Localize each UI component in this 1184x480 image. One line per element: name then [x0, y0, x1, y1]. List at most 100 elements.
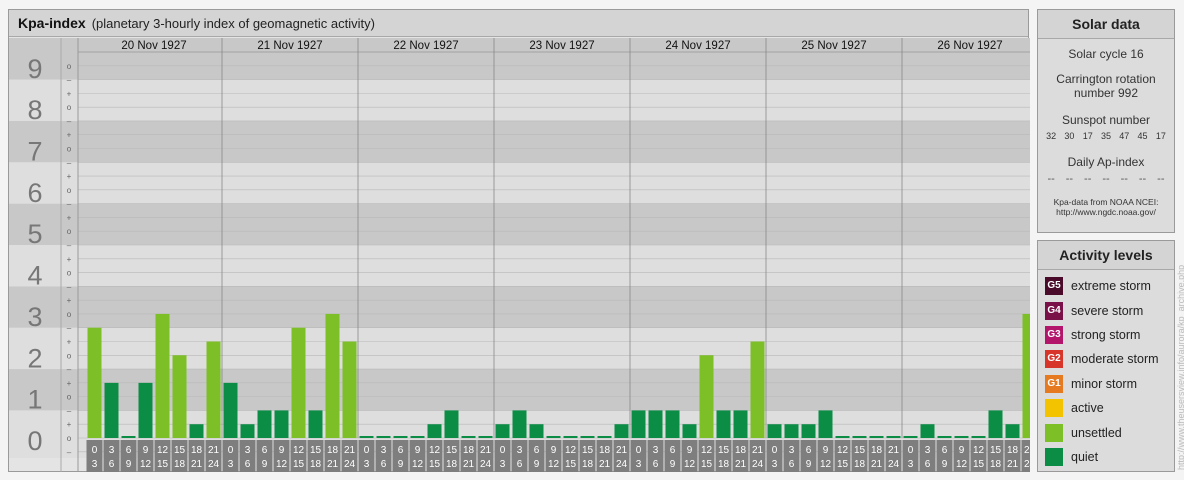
y-minor-tick: +: [67, 89, 72, 98]
kp-bar: [87, 327, 102, 438]
level-swatch: [1045, 447, 1063, 466]
y-minor-tick: o: [67, 227, 72, 236]
kp-bar: [427, 424, 442, 438]
y-minor-tick: –: [67, 76, 72, 85]
kp-bar: [206, 341, 221, 438]
kp-bar: [971, 436, 986, 438]
ap-value: --: [1047, 173, 1055, 185]
interval-end-label: 18: [990, 459, 1002, 470]
ap-value: --: [1138, 173, 1147, 185]
credit-text: http://www.theusersview.info/aurora/kp_a…: [1176, 264, 1184, 470]
kp-bar: [648, 410, 663, 438]
kp-bar: [631, 410, 646, 438]
interval-start-label: 21: [480, 445, 492, 456]
interval-end-label: 9: [126, 459, 132, 470]
interval-end-label: 21: [327, 459, 339, 470]
interval-end-label: 24: [888, 459, 900, 470]
y-minor-tick: –: [67, 365, 72, 374]
interval-end-label: 24: [1024, 459, 1030, 470]
interval-end-label: 21: [599, 459, 611, 470]
y-tick-label: 2: [27, 343, 42, 373]
y-minor-tick: o: [67, 351, 72, 360]
source-line2: http://www.ngdc.noaa.gov/: [1056, 207, 1156, 217]
kp-bar: [801, 424, 816, 438]
carrington-line1: Carrington rotation: [1056, 72, 1156, 86]
interval-end-label: 18: [174, 459, 186, 470]
interval-start-label: 0: [228, 445, 234, 456]
kp-bar: [359, 436, 374, 438]
interval-end-label: 3: [228, 459, 234, 470]
y-minor-tick: +: [67, 338, 72, 347]
interval-start-label: 12: [293, 445, 305, 456]
interval-start-label: 0: [636, 445, 642, 456]
ap-value: --: [1102, 173, 1110, 185]
interval-end-label: 15: [293, 459, 305, 470]
chart-subtitle: (planetary 3-hourly index of geomagnetic…: [91, 16, 375, 31]
interval-start-label: 15: [718, 445, 730, 456]
y-minor-tick: +: [67, 296, 72, 305]
kp-bar: [835, 436, 850, 438]
y-tick-label: 7: [27, 136, 42, 166]
kp-bar: [767, 424, 782, 438]
interval-start-label: 9: [823, 445, 829, 456]
interval-start-label: 6: [398, 445, 404, 456]
interval-start-label: 21: [888, 445, 900, 456]
interval-start-label: 21: [616, 445, 628, 456]
interval-start-label: 6: [262, 445, 268, 456]
kp-bar: [274, 410, 289, 438]
interval-start-label: 18: [871, 445, 883, 456]
interval-start-label: 18: [1007, 445, 1019, 456]
interval-end-label: 21: [871, 459, 883, 470]
y-tick-label: 3: [27, 302, 42, 332]
level-swatch: [1045, 399, 1063, 418]
interval-end-label: 15: [429, 459, 441, 470]
y-minor-tick: o: [67, 434, 72, 443]
ap-values: -- -- -- -- -- -- --: [1038, 173, 1174, 185]
y-minor-tick: –: [67, 406, 72, 415]
interval-start-label: 18: [463, 445, 475, 456]
y-minor-tick: o: [67, 62, 72, 71]
activity-levels-panel: Activity levels G5 extreme storm G4 severe …: [1037, 240, 1175, 472]
kp-bar: [1022, 313, 1030, 438]
y-minor-tick: +: [67, 379, 72, 388]
y-minor-tick: +: [67, 131, 72, 140]
interval-end-label: 18: [718, 459, 730, 470]
band-level-4: [9, 244, 1030, 287]
y-tick-label: 5: [27, 219, 42, 249]
interval-end-label: 6: [789, 459, 795, 470]
interval-start-label: 9: [959, 445, 965, 456]
interval-end-label: 3: [908, 459, 914, 470]
kp-bar: [886, 436, 901, 438]
interval-start-label: 15: [174, 445, 186, 456]
day-label: 25 Nov 1927: [801, 40, 866, 52]
kp-bar: [546, 436, 561, 438]
day-label: 20 Nov 1927: [121, 40, 186, 52]
kp-bar: [529, 424, 544, 438]
interval-start-label: 18: [327, 445, 339, 456]
day-label: 23 Nov 1927: [529, 40, 594, 52]
kp-bar: [155, 313, 170, 438]
interval-end-label: 3: [772, 459, 778, 470]
interval-end-label: 15: [973, 459, 985, 470]
carrington-line2: number 992: [1073, 86, 1139, 100]
kp-bar: [614, 424, 629, 438]
y-minor-tick: o: [67, 186, 72, 195]
chart-header: Kpa-index (planetary 3-hourly index of ge…: [9, 10, 1028, 37]
interval-end-label: 12: [548, 459, 560, 470]
interval-start-label: 15: [990, 445, 1002, 456]
y-minor-tick: o: [67, 269, 72, 278]
interval-start-label: 18: [599, 445, 611, 456]
y-minor-tick: –: [67, 324, 72, 333]
y-tick-label: 6: [27, 178, 42, 208]
kp-bar: [750, 341, 765, 438]
interval-start-label: 3: [517, 445, 523, 456]
level-swatch: G2: [1045, 350, 1063, 369]
level-swatch: G5: [1045, 277, 1063, 296]
activity-level-strong-storm: G3 strong storm: [1038, 323, 1174, 347]
interval-end-label: 6: [381, 459, 387, 470]
interval-start-label: 9: [143, 445, 149, 456]
day-label: 21 Nov 1927: [257, 40, 322, 52]
kp-bar: [563, 436, 578, 438]
interval-start-label: 0: [500, 445, 506, 456]
activity-level-unsettled: unsettled: [1038, 420, 1174, 444]
